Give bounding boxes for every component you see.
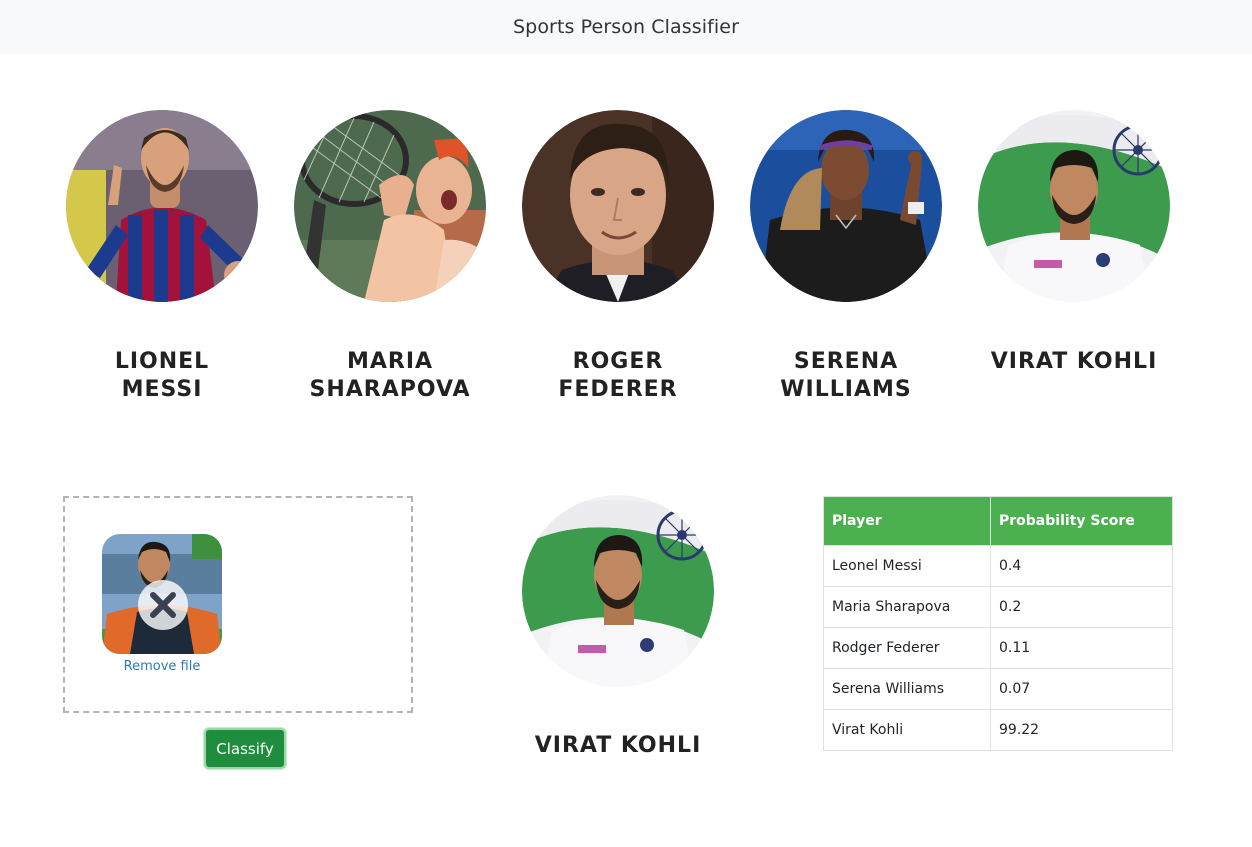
result-photo: [522, 495, 714, 687]
player-name-messi: LIONEL MESSI: [114, 349, 210, 402]
table-row: Virat Kohli 99.22: [823, 709, 1173, 751]
classify-button[interactable]: Classify: [204, 728, 286, 769]
player-name-kohli: VIRAT KOHLI: [990, 349, 1158, 374]
result-player-name: VIRAT KOHLI: [534, 733, 702, 758]
file-dropzone[interactable]: Remove file: [63, 496, 413, 713]
player-name-sharapova: MARIA SHARAPOVA: [309, 349, 471, 402]
score-cell: 0.11: [990, 627, 1173, 669]
table-header-row: Player Probability Score: [823, 496, 1173, 546]
score-cell: 99.22: [990, 709, 1173, 751]
remove-mark-overlay: [138, 580, 188, 630]
probability-table: Player Probability Score Leonel Messi 0.…: [823, 496, 1173, 751]
player-cell: Serena Williams: [823, 668, 991, 710]
uploaded-image-thumbnail: [102, 534, 222, 654]
player-cell: Leonel Messi: [823, 545, 991, 587]
column-header-probability: Probability Score: [990, 496, 1173, 546]
player-photo-federer: [522, 110, 714, 302]
player-card-kohli: VIRAT KOHLI: [978, 110, 1170, 374]
table-row: Rodger Federer 0.11: [823, 627, 1173, 669]
player-cell: Virat Kohli: [823, 709, 991, 751]
player-photo-kohli: [978, 110, 1170, 302]
player-card-federer: ROGER FEDERER: [522, 110, 714, 402]
player-name-federer: ROGER FEDERER: [558, 349, 678, 402]
player-photo-serena: [750, 110, 942, 302]
close-icon: [150, 592, 176, 618]
player-card-sharapova: MARIA SHARAPOVA: [294, 110, 486, 402]
remove-file-link[interactable]: Remove file: [102, 659, 222, 674]
player-photo-messi: [66, 110, 258, 302]
app-title: Sports Person Classifier: [513, 16, 739, 38]
classification-result: VIRAT KOHLI: [522, 495, 714, 758]
score-cell: 0.2: [990, 586, 1173, 628]
player-cell: Maria Sharapova: [823, 586, 991, 628]
score-cell: 0.4: [990, 545, 1173, 587]
player-card-serena: SERENA WILLIAMS: [750, 110, 942, 402]
table-row: Serena Williams 0.07: [823, 668, 1173, 710]
column-header-player: Player: [823, 496, 991, 546]
player-photo-sharapova: [294, 110, 486, 302]
player-name-serena: SERENA WILLIAMS: [780, 349, 912, 402]
table-row: Leonel Messi 0.4: [823, 545, 1173, 587]
player-card-messi: LIONEL MESSI: [66, 110, 258, 402]
navbar: Sports Person Classifier: [0, 0, 1252, 54]
score-cell: 0.07: [990, 668, 1173, 710]
table-row: Maria Sharapova 0.2: [823, 586, 1173, 628]
player-cell: Rodger Federer: [823, 627, 991, 669]
